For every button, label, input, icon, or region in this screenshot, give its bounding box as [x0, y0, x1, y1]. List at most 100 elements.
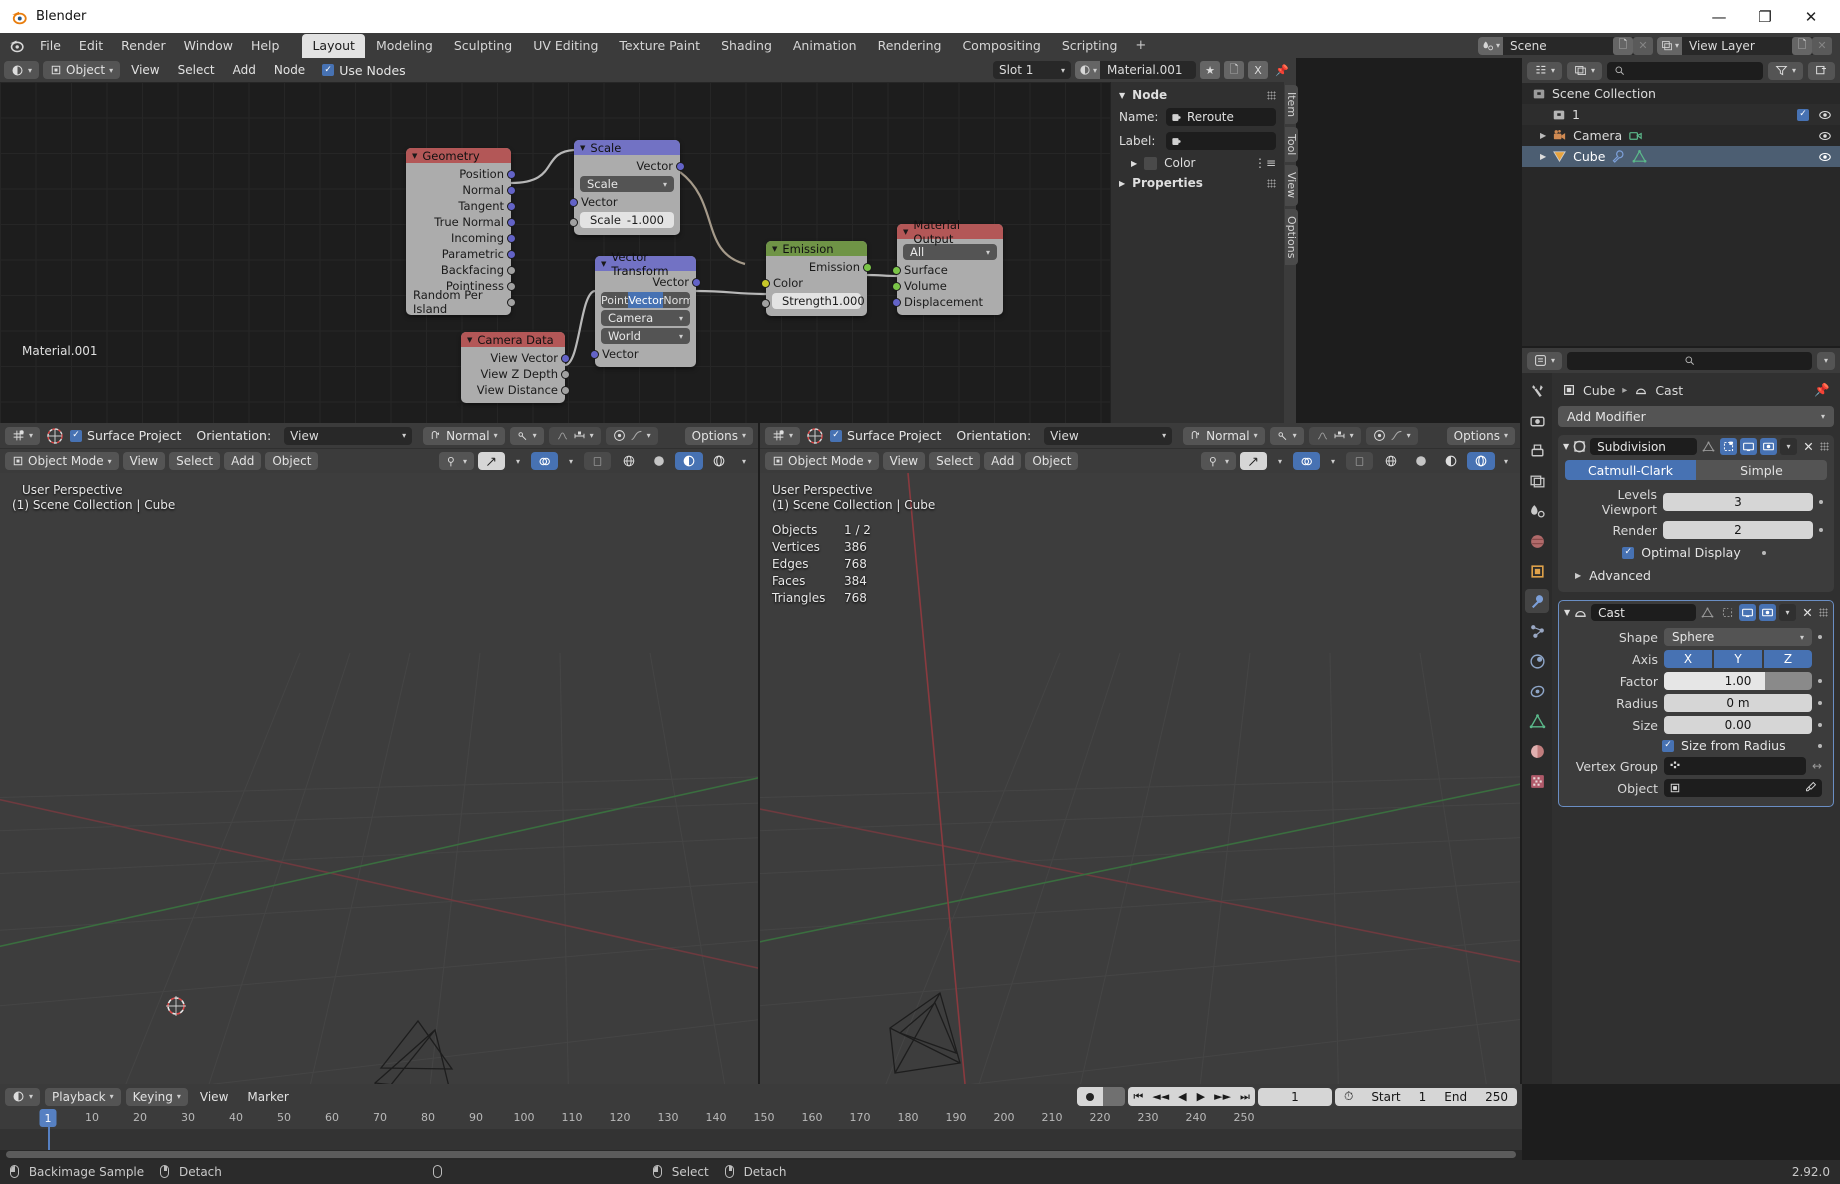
grip-icon[interactable] [1820, 442, 1829, 451]
convert-to-dropdown[interactable]: World ▾ [601, 328, 690, 344]
expand-triangle-icon[interactable]: ▶ [1131, 159, 1137, 168]
strength-value-row[interactable]: Strength 1.000 [761, 293, 867, 309]
socket-color-in[interactable] [761, 278, 770, 288]
gizmo-dropdown[interactable]: ▾ [1271, 452, 1289, 470]
node-input-row[interactable]: Surface [892, 262, 1003, 278]
view-layer-selector[interactable]: ▾ View Layer 🗋 ✕ [1656, 36, 1832, 55]
editor-type-selector[interactable]: ▾ [1527, 61, 1563, 80]
collapse-triangle-icon[interactable]: ▼ [1564, 608, 1570, 617]
socket-view-distance[interactable] [561, 385, 570, 395]
animate-property-icon[interactable] [1819, 500, 1823, 504]
animate-property-icon[interactable] [1818, 723, 1822, 727]
show-in-render-icon[interactable] [1759, 604, 1776, 621]
socket-scale-in[interactable] [569, 217, 578, 227]
menu-marker[interactable]: Marker [240, 1088, 295, 1106]
node-input-row[interactable]: Volume [892, 278, 1003, 294]
seg-vector[interactable]: Vector [628, 292, 664, 308]
surface-project-toggle[interactable]: ✓ Surface Project [70, 428, 181, 443]
workspace-tab-texture-paint[interactable]: Texture Paint [609, 34, 710, 58]
active-tool-selector[interactable]: ▾ [765, 426, 801, 445]
end-frame[interactable]: End 250 [1444, 1090, 1508, 1104]
node-header[interactable]: ▼ Geometry [406, 148, 511, 163]
socket-surface[interactable] [892, 265, 901, 275]
render-levels-field[interactable]: 2 [1663, 521, 1813, 539]
shader-type-selector[interactable]: Object ▾ [43, 61, 121, 79]
color-swatch[interactable] [1144, 156, 1158, 170]
node-material-output[interactable]: ▼ Material Output All ▾ Surface Volume D… [892, 218, 1003, 315]
workspace-tab-scripting[interactable]: Scripting [1052, 34, 1128, 58]
playhead-label[interactable]: 1 [39, 1109, 57, 1127]
menu-node[interactable]: Node [267, 61, 312, 79]
show-in-edit-mode-icon[interactable] [1700, 438, 1717, 455]
collapse-triangle-icon[interactable]: ▼ [601, 260, 606, 268]
gizmo-dropdown[interactable]: ▾ [509, 452, 527, 470]
tab-view[interactable]: View [1285, 165, 1298, 206]
node-output-row[interactable]: Parametric [406, 246, 516, 262]
socket-vector-out[interactable] [676, 161, 685, 171]
tab-modifier-icon[interactable] [1525, 589, 1549, 613]
modifier-name[interactable]: Subdivision [1590, 438, 1697, 455]
outliner-row-collection-1[interactable]: 1 ✓ [1522, 104, 1840, 125]
collapse-triangle-icon[interactable]: ▼ [467, 336, 472, 344]
display-mode-selector[interactable]: ▾ [1567, 61, 1603, 80]
node-output-row[interactable]: Normal [406, 182, 516, 198]
breadcrumb-modifier[interactable]: Cast [1655, 383, 1683, 398]
tab-particles-icon[interactable] [1525, 619, 1549, 643]
viewport-right-canvas[interactable]: User Perspective (1) Scene Collection | … [760, 473, 1520, 1084]
socket-view-z-depth[interactable] [561, 369, 570, 379]
shading-dropdown[interactable]: ▾ [735, 452, 753, 470]
pin-icon[interactable]: 📌 [1272, 61, 1292, 79]
outliner-row-scene-collection[interactable]: Scene Collection [1522, 83, 1840, 104]
material-slot-selector[interactable]: Slot 1 ▾ [992, 61, 1071, 79]
node-camera-data[interactable]: ▼ Camera Data View Vector View Z Depth V… [461, 332, 570, 403]
animate-property-icon[interactable] [1818, 743, 1822, 748]
collapse-triangle-icon[interactable]: ▼ [412, 152, 417, 160]
cursor-3d-icon[interactable] [45, 426, 65, 446]
show-in-edit-mode-icon[interactable] [1699, 604, 1716, 621]
socket-vector-in[interactable] [569, 197, 578, 207]
grip-icon[interactable] [1819, 608, 1828, 617]
axis-z-toggle[interactable]: Z [1764, 650, 1812, 668]
seg-point[interactable]: Point [601, 292, 628, 308]
collapse-triangle-icon[interactable]: ▼ [1563, 442, 1569, 451]
node-output-row[interactable]: Position [406, 166, 516, 182]
new-scene-button[interactable]: 🗋 [1612, 36, 1633, 55]
play-reverse-icon[interactable]: ◀ [1173, 1090, 1191, 1103]
socket-volume[interactable] [892, 281, 901, 291]
playback-dropdown[interactable]: Playback ▾ [45, 1087, 121, 1106]
axis-toggles[interactable]: X Y Z [1664, 650, 1812, 668]
record-icon[interactable] [1077, 1087, 1104, 1106]
menu-window[interactable]: Window [175, 35, 242, 56]
workspace-tab-compositing[interactable]: Compositing [952, 34, 1050, 58]
modifier-icon[interactable] [1611, 149, 1626, 164]
socket-pointiness[interactable] [507, 281, 516, 291]
close-icon[interactable]: ✕ [1799, 604, 1816, 621]
vector-type-segmented[interactable]: Point Vector Norm... [601, 292, 690, 308]
tab-physics-icon[interactable] [1525, 649, 1549, 673]
animate-property-icon[interactable] [1818, 701, 1822, 705]
menu-object[interactable]: Object [1025, 452, 1079, 470]
surface-project-toggle[interactable]: ✓ Surface Project [830, 428, 941, 443]
node-emission[interactable]: ▼ Emission Emission Color Strength 1.000 [761, 241, 872, 316]
add-workspace-button[interactable]: + [1128, 35, 1153, 56]
camera-data-icon[interactable] [1628, 128, 1643, 143]
advanced-section[interactable]: ▶ Advanced [1565, 562, 1827, 585]
editor-type-selector[interactable]: ▾ [5, 1087, 41, 1106]
scale-operation-dropdown[interactable]: Scale ▾ [580, 176, 674, 192]
size-field[interactable]: 0.00 [1664, 716, 1812, 734]
node-output-row[interactable]: Vector [574, 158, 685, 174]
socket-strength-in[interactable] [761, 298, 770, 308]
seg-simple[interactable]: Simple [1696, 460, 1827, 480]
seg-catmull-clark[interactable]: Catmull-Clark [1565, 460, 1696, 480]
new-view-layer-button[interactable]: 🗋 [1792, 36, 1812, 55]
node-output-row[interactable]: Emission [766, 259, 872, 275]
menu-view[interactable]: View [882, 452, 926, 470]
eye-icon[interactable] [1818, 108, 1832, 122]
tab-world-icon[interactable] [1525, 529, 1549, 553]
overlays-dropdown[interactable]: ▾ [562, 452, 580, 470]
mode-selector[interactable]: Object Mode ▾ [765, 452, 879, 470]
menu-edit[interactable]: Edit [70, 35, 112, 56]
tab-scene-icon[interactable] [1525, 499, 1549, 523]
menu-select[interactable]: Select [171, 61, 222, 79]
pin-icon[interactable]: 📌 [1814, 382, 1830, 398]
